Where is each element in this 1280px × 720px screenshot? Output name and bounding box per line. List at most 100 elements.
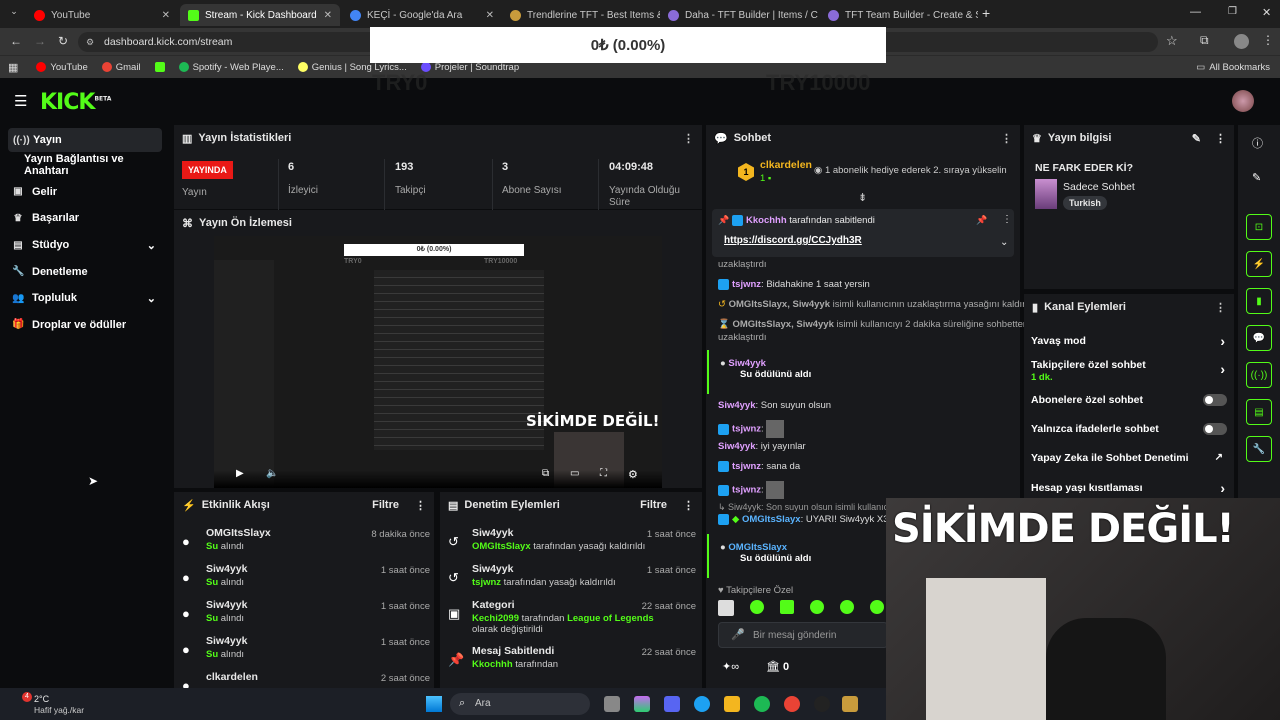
gift-prompt[interactable]: ◉ 1 abonelik hediye ederek 2. sıraya yük…	[814, 165, 1007, 176]
app-icon[interactable]	[814, 696, 830, 712]
sidebar-item-achievements[interactable]: ♛ Başarılar	[0, 205, 170, 232]
extensions-icon[interactable]: ⧉	[1200, 33, 1209, 48]
close-window-button[interactable]: ✕	[1262, 6, 1271, 19]
spotify-icon[interactable]	[754, 696, 770, 712]
new-tab-button[interactable]: +	[982, 5, 990, 21]
chrome-icon[interactable]	[784, 696, 800, 712]
emote-only-row[interactable]: Yalnızca ifadelerle sohbet	[1031, 423, 1227, 435]
play-icon[interactable]: ▶	[236, 468, 244, 479]
account-age-row[interactable]: Hesap yaşı kısıtlaması ›	[1031, 480, 1227, 496]
sidebar-item-moderation[interactable]: 🔧 Denetleme	[0, 258, 170, 285]
collapse-icon[interactable]: ⇟	[858, 191, 867, 204]
slow-mode-row[interactable]: Yavaş mod ›	[1031, 333, 1227, 349]
browser-tab[interactable]: TFT Team Builder - Create & Sh✕	[820, 4, 978, 26]
quick-action-wrench-icon[interactable]: 🔧	[1246, 436, 1272, 462]
quick-action-broadcast-icon[interactable]: ((·))	[1246, 362, 1272, 388]
sidebar-item-community[interactable]: 👥 Topluluk ⌄	[0, 285, 170, 312]
chat-input[interactable]: 🎤 Bir mesaj gönderin	[718, 622, 888, 648]
more-icon[interactable]: ⋮	[683, 132, 694, 145]
browser-tab-active[interactable]: Stream - Kick Dashboard ✕	[180, 4, 340, 26]
bookmark-youtube[interactable]: YouTube	[36, 62, 88, 73]
emote[interactable]	[718, 600, 734, 616]
apps-icon[interactable]: ▦	[8, 61, 18, 74]
pip-icon[interactable]: ⧉	[542, 468, 549, 479]
quick-action-ban-icon[interactable]: ▤	[1246, 399, 1272, 425]
quick-action-lightning-icon[interactable]: ⚡	[1246, 251, 1272, 277]
league-icon[interactable]	[842, 696, 858, 712]
quick-action-chat-icon[interactable]: 💬	[1246, 325, 1272, 351]
store-icon[interactable]: 🏛	[766, 661, 780, 673]
edge-icon[interactable]	[694, 696, 710, 712]
discord-icon[interactable]	[664, 696, 680, 712]
profile-avatar[interactable]	[1234, 34, 1249, 49]
edit-icon[interactable]: ✎	[1252, 171, 1261, 184]
language-tag[interactable]: Turkish	[1063, 196, 1107, 210]
more-icon[interactable]: ⋮	[1002, 214, 1012, 225]
user-avatar[interactable]	[1232, 90, 1254, 112]
followers-only-row[interactable]: Takipçilere özel sohbet 1 dk. ›	[1031, 359, 1227, 383]
category-name[interactable]: Sadece Sohbet	[1063, 181, 1135, 193]
site-info-icon[interactable]: ⚙	[86, 32, 94, 52]
emote[interactable]	[870, 600, 884, 614]
kick-logo[interactable]: KICKBETA	[40, 90, 111, 115]
browser-tab[interactable]: KEÇİ - Google'da Ara ✕	[342, 4, 502, 26]
all-bookmarks[interactable]: ▭ All Bookmarks	[1196, 62, 1270, 73]
emote[interactable]	[840, 600, 854, 614]
minimize-button[interactable]: —	[1190, 6, 1201, 18]
subscribers-only-row[interactable]: Abonelere özel sohbet	[1031, 394, 1227, 406]
emote[interactable]	[750, 600, 764, 614]
sidebar-item-stream[interactable]: ((·)) Yayın	[8, 128, 162, 152]
sidebar-item-stream-key[interactable]: Yayın Bağlantısı ve Anahtarı	[0, 152, 170, 179]
preview-video[interactable]: 0₺ (0.00%) TRY0 TRY10000 SİKİMDE DEĞİL! …	[214, 236, 662, 488]
reload-icon[interactable]: ↻	[58, 34, 68, 48]
copilot-icon[interactable]	[634, 696, 650, 712]
fullscreen-icon[interactable]: ⛶	[600, 468, 607, 479]
weather-widget[interactable]: 4 2°C Hafif yağ./kar	[8, 692, 98, 716]
sidebar-item-studio[interactable]: ▤ Stüdyo ⌄	[0, 232, 170, 259]
emote[interactable]	[780, 600, 794, 614]
unpin-icon[interactable]: 📌	[976, 215, 987, 226]
explorer-icon[interactable]	[724, 696, 740, 712]
emote-only-toggle[interactable]	[1203, 423, 1227, 435]
chat-points[interactable]: ✦∞	[722, 660, 739, 673]
task-view-icon[interactable]	[604, 696, 620, 712]
bookmark-spotify[interactable]: Spotify - Web Playe...	[178, 62, 284, 73]
bookmark-soundtrap[interactable]: Projeler | Soundtrap	[420, 62, 519, 73]
more-icon[interactable]: ⋮	[1001, 132, 1012, 145]
tab-search-button[interactable]: ⌄	[6, 6, 22, 22]
close-icon[interactable]: ✕	[324, 10, 332, 21]
more-icon[interactable]: ⋮	[1215, 301, 1226, 314]
settings-icon[interactable]: ⚙	[628, 468, 638, 481]
more-icon[interactable]: ⋮	[415, 499, 426, 512]
browser-tab[interactable]: YouTube ✕	[26, 4, 178, 26]
info-icon[interactable]: ⓘ	[1252, 135, 1263, 151]
filter-button[interactable]: Filtre	[372, 499, 399, 511]
forward-icon[interactable]: →	[34, 34, 46, 48]
star-icon[interactable]: ☆	[1166, 33, 1178, 49]
bookmark-kick[interactable]	[154, 62, 165, 72]
chevron-down-icon[interactable]: ⌄	[1000, 237, 1008, 248]
sidebar-item-revenue[interactable]: ▣ Gelir	[0, 179, 170, 206]
close-icon[interactable]: ✕	[486, 10, 494, 21]
subscribers-only-toggle[interactable]	[1203, 394, 1227, 406]
hamburger-menu-icon[interactable]: ☰	[14, 92, 27, 110]
close-icon[interactable]: ✕	[162, 10, 170, 21]
ai-moderation-row[interactable]: Yapay Zeka ile Sohbet Denetimi ↗	[1031, 452, 1227, 464]
browser-tab[interactable]: Trendlerine TFT - Best Items &	[502, 4, 660, 26]
back-icon[interactable]: ←	[10, 34, 22, 48]
pinned-link[interactable]: https://discord.gg/CCJydh3R	[724, 235, 862, 246]
theater-icon[interactable]: ▭	[570, 468, 579, 479]
more-icon[interactable]: ⋮	[1215, 132, 1226, 145]
menu-icon[interactable]: ⋮	[1262, 33, 1274, 47]
taskbar-search[interactable]: ⌕ Ara	[450, 693, 590, 715]
edit-icon[interactable]: ✎	[1192, 132, 1201, 145]
browser-tab[interactable]: Daha - TFT Builder | Items / C	[660, 4, 818, 26]
quick-action-file-icon[interactable]: ▮	[1246, 288, 1272, 314]
microphone-icon[interactable]: 🎤	[731, 628, 745, 641]
more-icon[interactable]: ⋮	[683, 499, 694, 512]
filter-button[interactable]: Filtre	[640, 499, 667, 511]
start-button[interactable]	[426, 696, 442, 712]
emote[interactable]	[810, 600, 824, 614]
restore-button[interactable]: ❐	[1228, 6, 1237, 17]
sidebar-item-drops[interactable]: 🎁 Droplar ve ödüller	[0, 312, 170, 339]
